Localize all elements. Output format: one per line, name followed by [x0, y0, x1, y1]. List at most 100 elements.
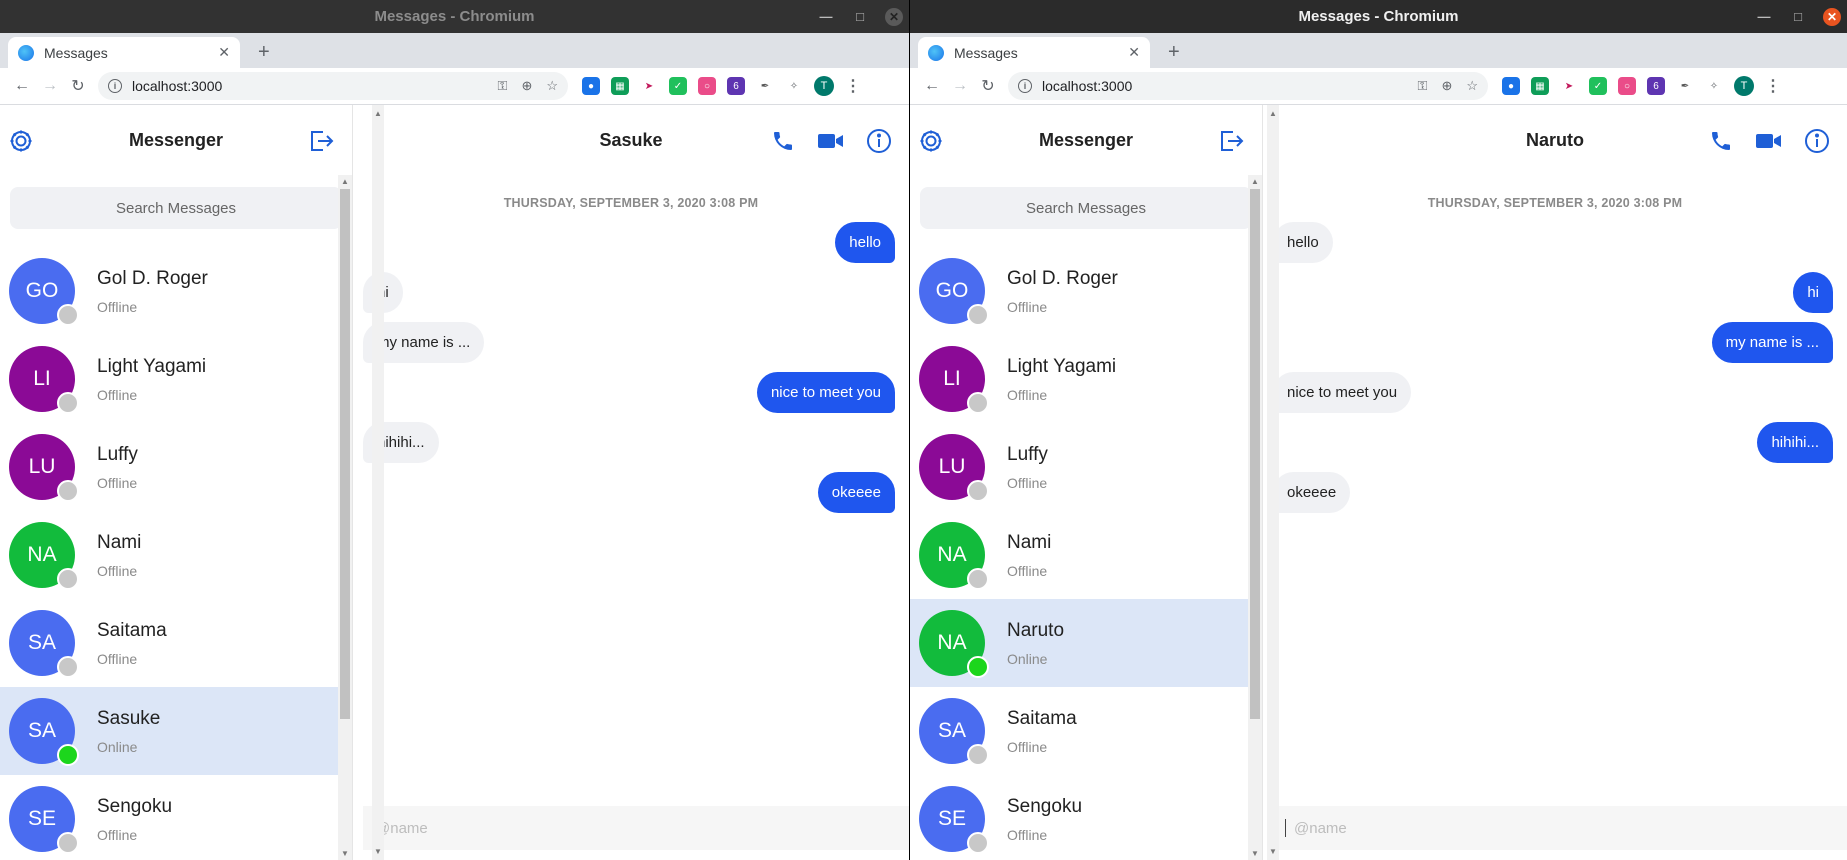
contact-item[interactable]: SA Saitama Offline	[0, 599, 352, 687]
address-bar[interactable]: i localhost:3000 ⚿ ⊕ ☆	[98, 72, 568, 100]
contact-item[interactable]: LU Luffy Offline	[910, 423, 1262, 511]
window-titlebar[interactable]: Messages - Chromium — □ ✕	[910, 0, 1847, 33]
page-scrollbar[interactable]: ▲ ▼	[372, 105, 384, 860]
message-input[interactable]: @name	[363, 806, 909, 850]
tab-messages[interactable]: Messages ✕	[918, 37, 1150, 68]
shield-extension-icon[interactable]: ✓	[1589, 77, 1607, 95]
contact-info: Luffy Offline	[97, 444, 138, 491]
cursor-extension-icon[interactable]: ➤	[1560, 77, 1578, 95]
zoom-icon[interactable]: ⊕	[521, 78, 532, 94]
contact-item[interactable]: LI Light Yagami Offline	[0, 335, 352, 423]
info-icon[interactable]	[1803, 127, 1831, 155]
site-info-icon[interactable]: i	[1018, 79, 1032, 93]
profile-avatar[interactable]: T	[1734, 76, 1754, 96]
page-scrollbar[interactable]: ▲ ▼	[1267, 105, 1279, 860]
cursor-extension-icon[interactable]: ➤	[640, 77, 658, 95]
back-arrow-icon[interactable]: ←	[918, 77, 946, 95]
window-titlebar[interactable]: Messages - Chromium — □ ✕	[0, 0, 909, 33]
tab-close-icon[interactable]: ✕	[218, 44, 230, 61]
contact-status: Offline	[1007, 386, 1048, 403]
contact-item[interactable]: GO Gol D. Roger Offline	[0, 247, 352, 335]
settings-gear-icon[interactable]	[8, 128, 34, 154]
contact-item[interactable]: SE Sengoku Offline	[910, 775, 1262, 860]
message-input[interactable]: @name	[1273, 806, 1847, 850]
bookmark-star-icon[interactable]: ☆	[1466, 78, 1478, 94]
tab-messages[interactable]: Messages ✕	[8, 37, 240, 68]
droplet-extension-icon[interactable]: ●	[1502, 77, 1520, 95]
maximize-icon[interactable]: □	[851, 8, 869, 26]
new-tab-icon[interactable]: +	[1168, 41, 1180, 64]
address-bar[interactable]: i localhost:3000 ⚿ ⊕ ☆	[1008, 72, 1488, 100]
contact-item[interactable]: NA Naruto Online	[910, 599, 1262, 687]
minimize-icon[interactable]: —	[1755, 8, 1773, 26]
contact-item[interactable]: NA Nami Offline	[0, 511, 352, 599]
chat-date: THURSDAY, SEPTEMBER 3, 2020 3:08 PM	[503, 196, 759, 210]
contact-item[interactable]: SE Sengoku Offline	[0, 775, 352, 860]
contact-list-scrollbar[interactable]: ▲ ▼	[1248, 175, 1262, 860]
page-scroll-down-icon[interactable]: ▼	[374, 847, 382, 856]
contact-item[interactable]: SA Saitama Offline	[910, 687, 1262, 775]
close-icon[interactable]: ✕	[885, 7, 903, 26]
reload-icon[interactable]: ↻	[64, 76, 92, 96]
contact-item[interactable]: LU Luffy Offline	[0, 423, 352, 511]
key-icon[interactable]: ⚿	[1418, 78, 1428, 94]
menu-kebab-icon[interactable]: ⋮	[1765, 76, 1781, 96]
key-icon[interactable]: ⚿	[498, 78, 508, 94]
messenger-favicon-icon	[928, 44, 944, 61]
eyedropper-extension-icon[interactable]: ✒	[1676, 77, 1694, 95]
stack-extension-icon[interactable]: 6	[727, 77, 745, 95]
address-url[interactable]: localhost:3000	[132, 78, 484, 94]
page-scroll-up-icon[interactable]: ▲	[1269, 109, 1277, 118]
contact-item[interactable]: SA Sasuke Online	[0, 687, 352, 775]
forward-arrow-icon[interactable]: →	[946, 77, 974, 95]
scroll-up-arrow-icon[interactable]: ▲	[341, 177, 349, 186]
tab-close-icon[interactable]: ✕	[1128, 44, 1140, 61]
address-url[interactable]: localhost:3000	[1042, 78, 1404, 94]
search-input[interactable]: Search Messages	[10, 187, 342, 229]
avatar-initials: SA	[27, 631, 56, 654]
close-icon[interactable]: ✕	[1823, 7, 1841, 26]
scrollbar-thumb[interactable]	[340, 189, 350, 719]
settings-gear-icon[interactable]	[918, 128, 944, 154]
droplet-extension-icon[interactable]: ●	[582, 77, 600, 95]
video-camera-icon[interactable]	[1755, 127, 1783, 155]
contact-info: Gol D. Roger Offline	[97, 268, 208, 315]
sheet-extension-icon[interactable]: ▦	[611, 77, 629, 95]
maximize-icon[interactable]: □	[1789, 8, 1807, 26]
puzzle-extensions-icon[interactable]: ✧	[1705, 77, 1723, 95]
puzzle-extensions-icon[interactable]: ✧	[785, 77, 803, 95]
bookmark-star-icon[interactable]: ☆	[546, 78, 558, 94]
scroll-down-arrow-icon[interactable]: ▼	[1251, 849, 1259, 858]
sheet-extension-icon[interactable]: ▦	[1531, 77, 1549, 95]
phone-call-icon[interactable]	[1707, 127, 1735, 155]
shield-extension-icon[interactable]: ✓	[669, 77, 687, 95]
back-arrow-icon[interactable]: ←	[8, 77, 36, 95]
new-tab-icon[interactable]: +	[258, 41, 270, 64]
contact-item[interactable]: NA Nami Offline	[910, 511, 1262, 599]
minimize-icon[interactable]: —	[817, 8, 835, 26]
stack-extension-icon[interactable]: 6	[1647, 77, 1665, 95]
page-scroll-up-icon[interactable]: ▲	[374, 109, 382, 118]
eyedropper-extension-icon[interactable]: ✒	[756, 77, 774, 95]
logout-icon[interactable]	[1218, 128, 1244, 154]
profile-avatar[interactable]: T	[814, 76, 834, 96]
site-info-icon[interactable]: i	[108, 79, 122, 93]
search-input[interactable]: Search Messages	[920, 187, 1252, 229]
page-scroll-down-icon[interactable]: ▼	[1269, 847, 1277, 856]
video-camera-icon[interactable]	[817, 127, 845, 155]
scroll-down-arrow-icon[interactable]: ▼	[341, 849, 349, 858]
color-extension-icon[interactable]: ○	[1618, 77, 1636, 95]
scroll-up-arrow-icon[interactable]: ▲	[1251, 177, 1259, 186]
contact-item[interactable]: LI Light Yagami Offline	[910, 335, 1262, 423]
reload-icon[interactable]: ↻	[974, 76, 1002, 96]
menu-kebab-icon[interactable]: ⋮	[845, 76, 861, 96]
scrollbar-thumb[interactable]	[1250, 189, 1260, 719]
phone-call-icon[interactable]	[769, 127, 797, 155]
zoom-icon[interactable]: ⊕	[1441, 78, 1452, 94]
info-icon[interactable]	[865, 127, 893, 155]
contact-list-scrollbar[interactable]: ▲ ▼	[338, 175, 352, 860]
forward-arrow-icon[interactable]: →	[36, 77, 64, 95]
contact-item[interactable]: GO Gol D. Roger Offline	[910, 247, 1262, 335]
logout-icon[interactable]	[308, 128, 334, 154]
color-extension-icon[interactable]: ○	[698, 77, 716, 95]
